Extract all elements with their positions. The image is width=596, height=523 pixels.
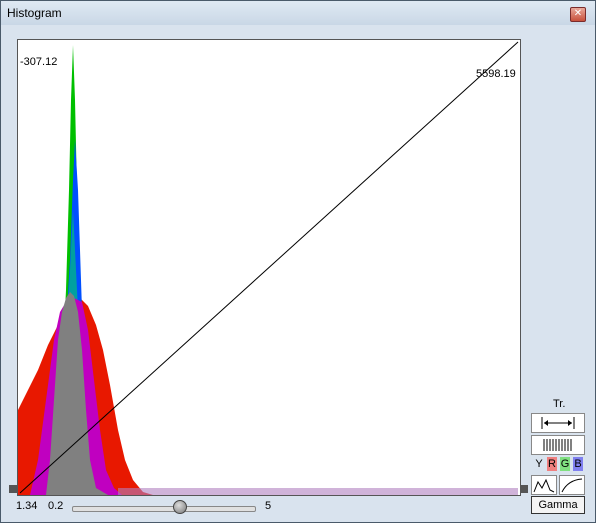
left-range-handle[interactable]: [9, 485, 17, 493]
window-title: Histogram: [7, 6, 62, 20]
transfer-label: Tr.: [553, 398, 566, 410]
channel-g[interactable]: G: [560, 457, 570, 471]
right-range-handle[interactable]: [520, 485, 528, 493]
channel-b[interactable]: B: [573, 457, 583, 471]
range-fit-button[interactable]: [531, 413, 585, 433]
channel-r[interactable]: R: [547, 457, 557, 471]
gamma-slider-thumb[interactable]: [173, 500, 187, 514]
curve-exp-icon: [561, 478, 583, 493]
slider-max-label: 5: [265, 500, 272, 512]
range-fit-icon: [541, 417, 575, 429]
gamma-slider-track[interactable]: [72, 506, 256, 512]
transfer-curve-line: [19, 41, 519, 494]
close-button[interactable]: ✕: [570, 7, 586, 22]
slider-min-label: 0.2: [48, 500, 64, 512]
gamma-button[interactable]: Gamma: [531, 496, 585, 514]
bins-button[interactable]: [531, 435, 585, 455]
plot-max-value: 5598.19: [476, 68, 516, 80]
histogram-plot[interactable]: -307.12 5598.19: [17, 39, 521, 496]
curve-type-2-button[interactable]: [559, 475, 585, 495]
gamma-value: 1.34: [16, 500, 38, 512]
bins-icon: [543, 439, 572, 451]
title-bar[interactable]: Histogram ✕: [1, 1, 595, 25]
close-icon: ✕: [573, 8, 583, 19]
histogram-tail: [118, 488, 518, 495]
curve-log-icon: [533, 478, 555, 493]
histogram-svg: [18, 41, 519, 495]
channel-y[interactable]: Y: [534, 457, 544, 471]
curve-type-1-button[interactable]: [531, 475, 557, 495]
plot-min-value: -307.12: [20, 56, 58, 68]
